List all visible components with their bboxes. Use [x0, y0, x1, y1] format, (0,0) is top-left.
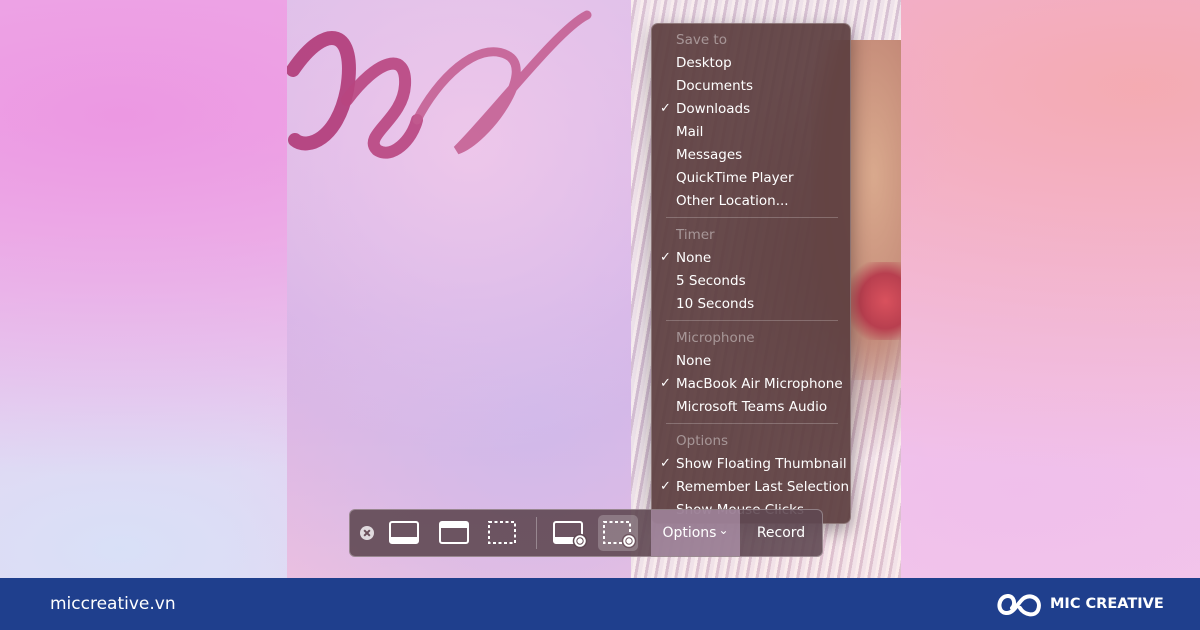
record-entire-screen-button[interactable]	[549, 515, 589, 551]
menu-item[interactable]: Desktop	[652, 52, 852, 74]
menu-section-header: Microphone	[676, 330, 755, 346]
menu-item[interactable]: Documents	[652, 75, 852, 97]
menu-item[interactable]: 5 Seconds	[652, 270, 852, 292]
capture-selection-icon	[488, 521, 516, 544]
toolbar-divider	[536, 517, 537, 549]
brand-name: MIC CREATIVE	[1050, 596, 1164, 612]
footer-bar: miccreative.vn MIC CREATIVE	[0, 578, 1200, 630]
menu-item[interactable]: ✓ Remember Last Selection	[652, 476, 852, 498]
menu-item[interactable]: QuickTime Player	[652, 167, 852, 189]
menu-item-label: 10 Seconds	[676, 296, 755, 312]
menu-item-label: 5 Seconds	[676, 273, 746, 289]
site-url: miccreative.vn	[50, 594, 176, 614]
menu-item-label: None	[676, 250, 712, 266]
capture-window-icon	[439, 521, 469, 544]
record-entire-screen-icon	[553, 521, 588, 549]
menu-item-label: Desktop	[676, 55, 732, 71]
menu-item-label: Other Location...	[676, 193, 789, 209]
chevron-down-icon: ⌄	[718, 523, 729, 537]
record-button[interactable]: Record	[740, 510, 822, 556]
capture-entire-screen-icon	[389, 521, 419, 544]
wallpaper-lips	[849, 262, 901, 340]
screenshot-toolbar: Options ⌄ Record	[349, 509, 823, 557]
menu-item-label: Documents	[676, 78, 753, 94]
menu-item[interactable]: Mail	[652, 121, 852, 143]
menu-item[interactable]: Microsoft Teams Audio	[652, 396, 852, 418]
menu-item-label: MacBook Air Microphone	[676, 376, 843, 392]
capture-window-button[interactable]	[434, 515, 474, 551]
menu-item[interactable]: ✓ MacBook Air Microphone	[652, 373, 852, 395]
checkmark-icon: ✓	[660, 101, 671, 116]
menu-item[interactable]: ✓ Show Floating Thumbnail	[652, 453, 852, 475]
menu-item[interactable]: Messages	[652, 144, 852, 166]
options-button[interactable]: Options ⌄	[651, 510, 740, 556]
menu-section-header: Options	[676, 433, 729, 449]
menu-item[interactable]: 10 Seconds	[652, 293, 852, 315]
menu-item-label: Messages	[676, 147, 743, 163]
close-icon[interactable]	[360, 526, 374, 540]
menu-item[interactable]: Other Location...	[652, 190, 852, 212]
menu-item-label: Downloads	[676, 101, 751, 117]
menu-item[interactable]: ✓ None	[652, 247, 852, 269]
menu-item-label: QuickTime Player	[676, 170, 794, 186]
mic-creative-logo-icon	[997, 594, 1041, 617]
menu-item-label: Remember Last Selection	[676, 479, 850, 495]
capture-selection-button[interactable]	[482, 515, 522, 551]
menu-separator	[666, 217, 838, 218]
menu-item-label: Show Floating Thumbnail	[676, 456, 847, 472]
record-selection-icon	[603, 521, 637, 549]
menu-item-label: Microsoft Teams Audio	[676, 399, 828, 415]
checkmark-icon: ✓	[660, 456, 671, 471]
glitter-script-lettering	[287, 10, 592, 159]
menu-item[interactable]: None	[652, 350, 852, 372]
capture-entire-screen-button[interactable]	[384, 515, 424, 551]
options-menu: Save to Desktop Documents ✓ Downloads Mail Mes…	[651, 23, 851, 524]
record-selection-button[interactable]	[598, 515, 638, 551]
checkmark-icon: ✓	[660, 479, 671, 494]
checkmark-icon: ✓	[660, 376, 671, 391]
menu-separator	[666, 423, 838, 424]
menu-item[interactable]: ✓ Downloads	[652, 98, 852, 120]
menu-section-header: Save to	[676, 32, 727, 48]
options-label: Options	[662, 525, 717, 541]
menu-item-label: None	[676, 353, 712, 369]
checkmark-icon: ✓	[660, 250, 671, 265]
menu-item-label: Mail	[676, 124, 704, 140]
menu-separator	[666, 320, 838, 321]
menu-section-header: Timer	[676, 227, 715, 243]
